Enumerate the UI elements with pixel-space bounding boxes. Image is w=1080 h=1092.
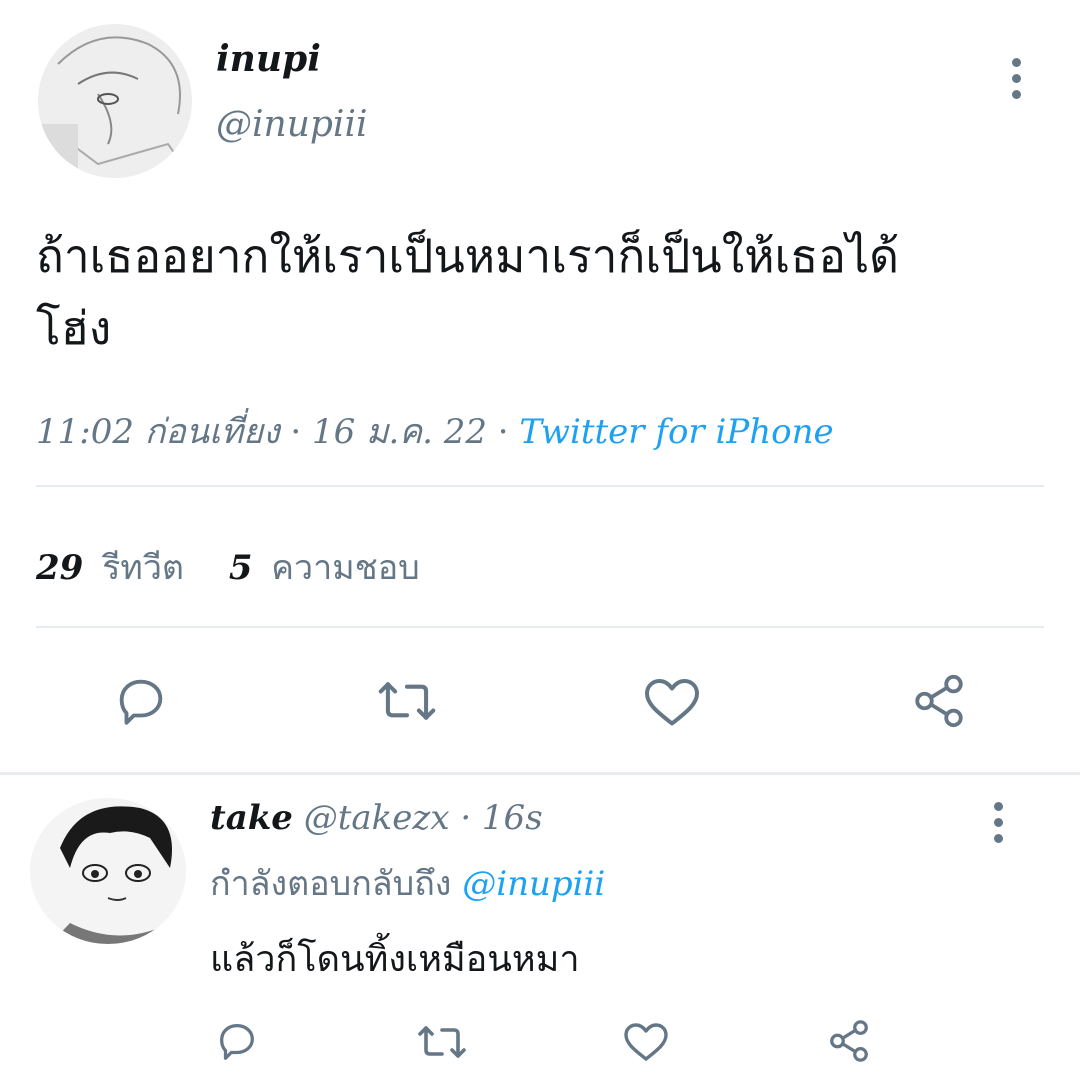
thread-separator	[0, 772, 1080, 775]
reply-display-name[interactable]: take	[210, 798, 293, 838]
divider	[36, 485, 1044, 487]
author-display-name[interactable]: inupi	[216, 38, 321, 80]
reply-handle[interactable]: @takezx	[304, 798, 450, 838]
share-icon[interactable]	[826, 1018, 872, 1064]
tweet-source-link[interactable]: Twitter for iPhone	[519, 412, 833, 452]
like-icon[interactable]	[622, 1018, 670, 1064]
tweet-date: 16 ม.ค. 22	[312, 412, 487, 452]
retweet-label[interactable]: รีทวีต	[102, 548, 184, 588]
reply-icon[interactable]	[112, 672, 170, 730]
like-count[interactable]: 5	[229, 548, 253, 588]
tweet-stats: 29 รีทวีต 5 ความชอบ	[36, 540, 420, 594]
author-avatar[interactable]	[38, 24, 192, 178]
reply-avatar[interactable]	[30, 798, 186, 944]
tweet-meta: 11:02 ก่อนเที่ยง · 16 ม.ค. 22 · Twitter …	[36, 404, 834, 458]
reply-age: · 16s	[460, 798, 543, 838]
replying-to-handle[interactable]: @inupiii	[462, 864, 605, 904]
avatar-sketch	[30, 798, 186, 944]
avatar-sketch	[38, 24, 192, 178]
retweet-icon[interactable]	[416, 1020, 468, 1064]
tweet-text-line-1: ถ้าเธออยากให้เราเป็นหมาเราก็เป็นให้เธอได…	[36, 229, 899, 283]
reply-header: take @takezx · 16s	[210, 798, 543, 838]
author-handle[interactable]: @inupiii	[216, 104, 367, 145]
tweet-time: 11:02 ก่อนเที่ยง	[36, 412, 280, 452]
like-icon[interactable]	[642, 672, 702, 730]
retweet-icon[interactable]	[376, 674, 438, 728]
replying-to: กำลังตอบกลับถึง @inupiii	[210, 856, 605, 910]
divider	[36, 626, 1044, 628]
reply-icon[interactable]	[214, 1018, 260, 1064]
replying-to-label: กำลังตอบกลับถึง	[210, 864, 452, 904]
share-icon[interactable]	[910, 672, 968, 730]
more-vertical-icon[interactable]	[1012, 58, 1021, 106]
like-label[interactable]: ความชอบ	[271, 548, 419, 588]
tweet-text-line-2: โฮ่ง	[36, 301, 112, 355]
more-vertical-icon[interactable]	[994, 802, 1003, 850]
retweet-count[interactable]: 29	[36, 548, 83, 588]
reply-text: แล้วก็โดนทิ้งเหมือนหมา	[210, 939, 580, 980]
meta-separator: ·	[290, 412, 302, 452]
meta-separator: ·	[497, 412, 509, 452]
